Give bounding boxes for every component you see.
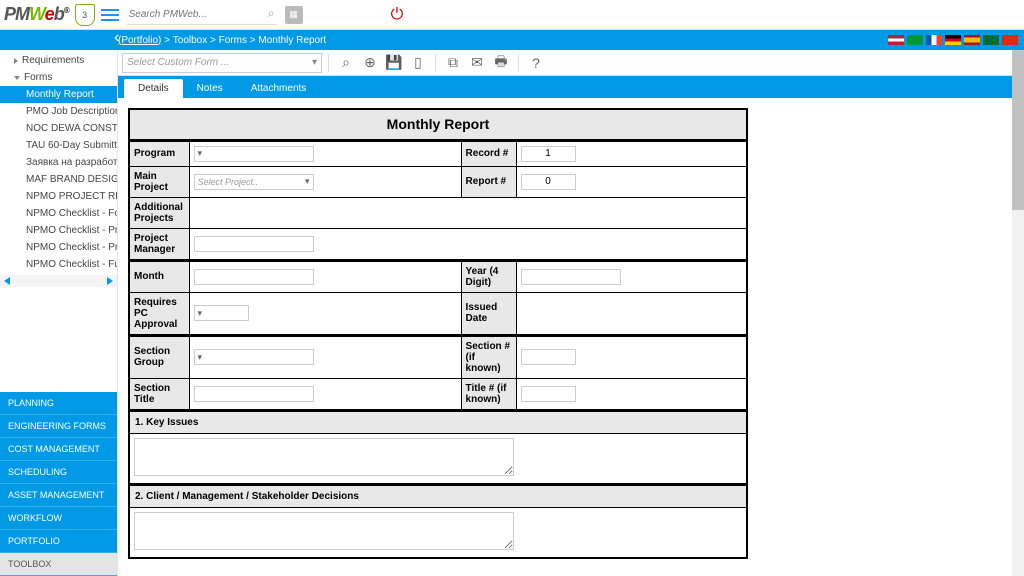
- search-icon[interactable]: ⌕: [335, 53, 357, 73]
- save-icon[interactable]: 💾: [383, 53, 405, 73]
- label-report: Report #: [461, 166, 516, 197]
- search-icon[interactable]: ⌕: [268, 6, 275, 21]
- nav-toolbox[interactable]: TOOLBOX: [0, 553, 117, 576]
- global-search: ⌕: [127, 4, 277, 25]
- tree-forms[interactable]: Forms: [0, 69, 117, 86]
- label-program: Program: [129, 141, 189, 166]
- nav-engineering-forms[interactable]: ENGINEERING FORMS: [0, 415, 117, 438]
- tree-item[interactable]: PMO Job Description: [0, 103, 117, 120]
- breadcrumb-toolbox[interactable]: Toolbox: [173, 35, 207, 46]
- label-section-title: Section Title: [129, 378, 189, 409]
- section-group-select[interactable]: [194, 349, 314, 365]
- flag-br-icon[interactable]: [907, 35, 923, 45]
- tree-item[interactable]: NPMO Checklist - Pre: [0, 239, 117, 256]
- main-project-select[interactable]: Select Project..: [194, 174, 314, 190]
- label-main-project: Main Project: [129, 166, 189, 197]
- tree-item[interactable]: NPMO Checklist - Fun: [0, 256, 117, 273]
- tree-item[interactable]: MAF BRAND DESIGN: [0, 171, 117, 188]
- form-tree: Requirements Forms Monthly Report PMO Jo…: [0, 50, 117, 275]
- form-title: Monthly Report: [129, 109, 747, 139]
- back-chevron-icon[interactable]: ‹: [114, 29, 119, 47]
- nav-asset-management[interactable]: ASSET MANAGEMENT: [0, 484, 117, 507]
- main-area: Select Custom Form ... ⌕ ⊕ 💾 ▯ ⧉ ✉ 🖶 ? D…: [118, 50, 1024, 576]
- record-input[interactable]: [521, 146, 576, 162]
- label-section-no: Section # (if known): [461, 336, 516, 378]
- breadcrumb-forms[interactable]: Forms: [219, 35, 247, 46]
- copy-icon[interactable]: ⧉: [442, 53, 464, 73]
- label-project-manager: Project Manager: [129, 228, 189, 259]
- tree-item-monthly-report[interactable]: Monthly Report: [0, 86, 117, 103]
- key-issues-textarea[interactable]: [134, 438, 514, 476]
- mobile-icon[interactable]: ▯: [407, 53, 429, 73]
- help-icon[interactable]: ?: [525, 53, 547, 73]
- label-key-issues: 1. Key Issues: [129, 411, 747, 433]
- search-input[interactable]: [127, 5, 277, 25]
- project-manager-input[interactable]: [194, 236, 314, 252]
- tree-item[interactable]: TAU 60-Day Submittal: [0, 137, 117, 154]
- calendar-icon[interactable]: ▦: [285, 6, 303, 24]
- nav-planning[interactable]: PLANNING: [0, 392, 117, 415]
- breadcrumb-current: Monthly Report: [258, 35, 326, 46]
- flag-es-icon[interactable]: [964, 35, 980, 45]
- label-issued-date: Issued Date: [461, 292, 516, 334]
- tab-details[interactable]: Details: [124, 79, 183, 98]
- print-icon[interactable]: 🖶: [490, 53, 512, 73]
- form-toolbar: Select Custom Form ... ⌕ ⊕ 💾 ▯ ⧉ ✉ 🖶 ?: [118, 50, 1024, 76]
- tree-item[interactable]: NPMO Checklist - Fou: [0, 205, 117, 222]
- nav-cost-management[interactable]: COST MANAGEMENT: [0, 438, 117, 461]
- app-logo: PMWeb®: [4, 4, 69, 25]
- label-year: Year (4 Digit): [461, 261, 516, 292]
- requires-pc-select[interactable]: [194, 305, 249, 321]
- module-nav: PLANNING ENGINEERING FORMS COST MANAGEME…: [0, 392, 117, 576]
- nav-scheduling[interactable]: SCHEDULING: [0, 461, 117, 484]
- label-title-no: Title # (if known): [461, 378, 516, 409]
- title-no-input[interactable]: [521, 386, 576, 402]
- monthly-report-form: Monthly Report Program Record # Main Pro…: [128, 108, 748, 559]
- notification-shield-icon[interactable]: 3: [75, 4, 95, 26]
- month-input[interactable]: [194, 269, 314, 285]
- flag-us-icon[interactable]: [888, 35, 904, 45]
- tree-item[interactable]: Заявка на разработку: [0, 154, 117, 171]
- email-icon[interactable]: ✉: [466, 53, 488, 73]
- flag-de-icon[interactable]: [945, 35, 961, 45]
- year-input[interactable]: [521, 269, 621, 285]
- top-bar: PMWeb® 3 ⌕ ▦ ⏻: [0, 0, 1024, 30]
- flag-sa-icon[interactable]: [983, 35, 999, 45]
- form-scroll-area[interactable]: Monthly Report Program Record # Main Pro…: [118, 98, 1024, 576]
- breadcrumb-portfolio[interactable]: (Portfolio): [118, 35, 161, 46]
- nav-workflow[interactable]: WORKFLOW: [0, 507, 117, 530]
- flag-cn-icon[interactable]: [1002, 35, 1018, 45]
- breadcrumb: ‹ (Portfolio) > Toolbox > Forms > Monthl…: [0, 30, 1024, 50]
- label-section-group: Section Group: [129, 336, 189, 378]
- label-additional-projects: Additional Projects: [129, 197, 189, 228]
- label-stakeholder-decisions: 2. Client / Management / Stakeholder Dec…: [129, 485, 747, 507]
- nav-portfolio[interactable]: PORTFOLIO: [0, 530, 117, 553]
- report-input[interactable]: [521, 174, 576, 190]
- tree-item[interactable]: NPMO PROJECT REGI: [0, 188, 117, 205]
- new-icon[interactable]: ⊕: [359, 53, 381, 73]
- tree-item[interactable]: NOC DEWA CONSTRU: [0, 120, 117, 137]
- custom-form-select[interactable]: Select Custom Form ...: [122, 53, 322, 73]
- label-requires-pc: Requires PC Approval: [129, 292, 189, 334]
- tab-notes[interactable]: Notes: [183, 79, 237, 98]
- language-flags: [888, 35, 1018, 45]
- stakeholder-textarea[interactable]: [134, 512, 514, 550]
- flag-fr-icon[interactable]: [926, 35, 942, 45]
- section-title-input[interactable]: [194, 386, 314, 402]
- tree-item[interactable]: NPMO Checklist - Pre: [0, 222, 117, 239]
- label-month: Month: [129, 261, 189, 292]
- tab-attachments[interactable]: Attachments: [237, 79, 321, 98]
- power-icon[interactable]: ⏻: [391, 6, 404, 24]
- program-select[interactable]: [194, 146, 314, 162]
- menu-icon[interactable]: [101, 6, 119, 24]
- section-no-input[interactable]: [521, 349, 576, 365]
- sidebar: Requirements Forms Monthly Report PMO Jo…: [0, 50, 118, 576]
- tree-scroll[interactable]: [0, 275, 117, 287]
- vertical-scrollbar[interactable]: [1012, 50, 1024, 576]
- tree-requirements[interactable]: Requirements: [0, 52, 117, 69]
- form-tabs: Details Notes Attachments: [118, 76, 1024, 98]
- label-record: Record #: [461, 141, 516, 166]
